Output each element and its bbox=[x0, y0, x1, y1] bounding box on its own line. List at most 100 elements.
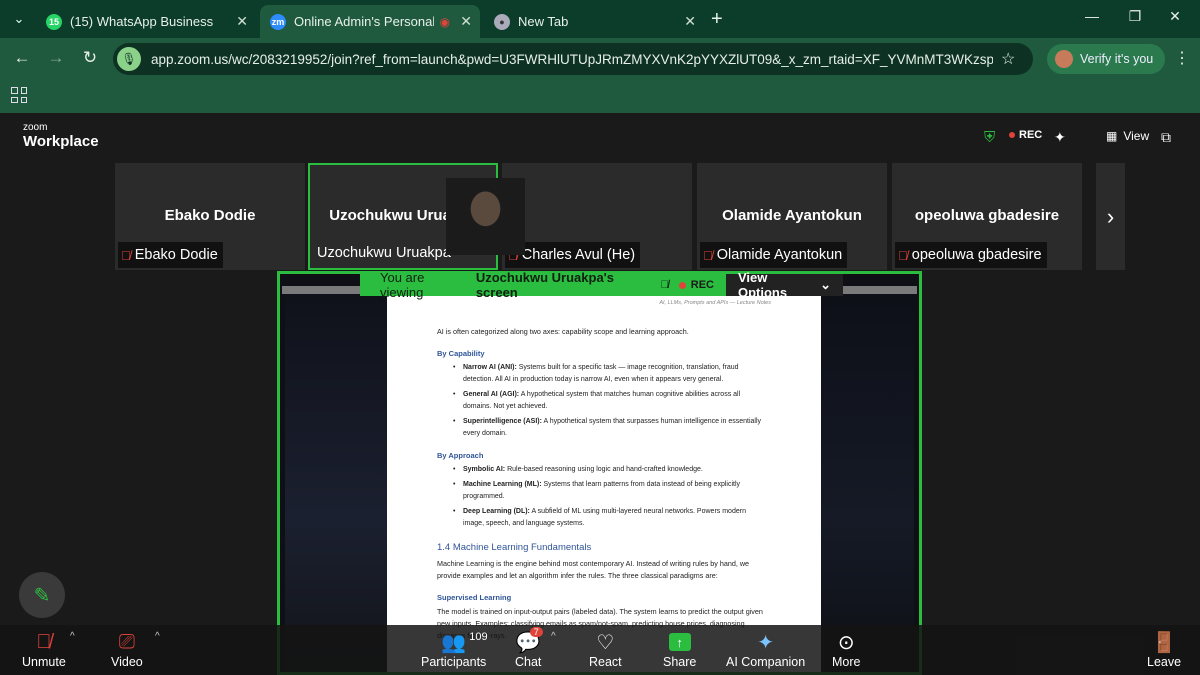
recording-indicator[interactable]: REC bbox=[1009, 129, 1042, 141]
mic-muted-icon: 🎙̸ bbox=[36, 630, 52, 653]
video-options-caret-icon[interactable]: ^ bbox=[155, 631, 160, 642]
participant-tag: 🎙̸ Charles Avul (He) bbox=[505, 242, 641, 268]
video-button[interactable]: ⎚ Video bbox=[111, 629, 143, 670]
url-text[interactable]: app.zoom.us/wc/2083219952/join?ref_from=… bbox=[151, 52, 993, 67]
section-title: 1.4 Machine Learning Fundamentals bbox=[437, 542, 592, 553]
ai-companion-button[interactable]: ✦ AI Companion bbox=[726, 629, 806, 670]
participant-tile[interactable]: Olamide Ayantokun 🎙̸ Olamide Ayantokun bbox=[697, 163, 887, 270]
share-rec-indicator: REC bbox=[678, 279, 714, 291]
close-icon[interactable]: ✕ bbox=[684, 13, 696, 30]
window-close-icon[interactable]: ✕ bbox=[1164, 8, 1186, 25]
security-shield-icon[interactable]: ⛨ bbox=[984, 129, 995, 146]
more-label: More bbox=[832, 655, 861, 669]
bookmark-star-icon[interactable]: ☆ bbox=[1001, 49, 1015, 69]
browser-tab-bar: ⌄ 15 (15) WhatsApp Business ✕ zm Online … bbox=[0, 0, 1200, 38]
chat-badge: 7 bbox=[529, 627, 543, 637]
video-label: Video bbox=[111, 655, 143, 669]
next-page-chevron-icon[interactable]: › bbox=[1096, 163, 1125, 270]
omnibox[interactable]: 🎙 app.zoom.us/wc/2083219952/join?ref_fro… bbox=[113, 43, 1033, 75]
participant-tag: 🎙̸ opeoluwa gbadesire bbox=[895, 242, 1047, 268]
view-button[interactable]: ▦ View bbox=[1106, 129, 1149, 143]
meeting-toolbar: 🎙̸ Unmute ^ ⎚ Video ^ 👥 109 Participants … bbox=[0, 625, 1200, 675]
annotate-pen-icon[interactable]: ✎ bbox=[19, 572, 65, 618]
mic-muted-icon: 🎙̸ bbox=[121, 247, 131, 263]
list-item: General AI (AGI): A hypothetical system … bbox=[453, 389, 763, 413]
picture-in-picture-icon[interactable]: ⧉ bbox=[1161, 129, 1171, 146]
participants-button[interactable]: 👥 109 Participants bbox=[421, 629, 488, 669]
tab-title: Online Admin's Personal M bbox=[294, 14, 434, 29]
tab-zoom[interactable]: zm Online Admin's Personal M ◉ ✕ bbox=[260, 5, 480, 38]
apps-grid-icon[interactable] bbox=[11, 87, 27, 103]
list-item: Deep Learning (DL): A subfield of ML usi… bbox=[453, 506, 763, 530]
participant-photo bbox=[446, 178, 525, 255]
minimize-icon[interactable]: — bbox=[1081, 8, 1103, 24]
leave-label: Leave bbox=[1147, 655, 1182, 669]
heading-by-capability: By Capability bbox=[437, 349, 485, 358]
zoom-icon: zm bbox=[270, 13, 286, 30]
new-tab-icon[interactable]: + bbox=[711, 8, 723, 31]
participant-tile[interactable]: 🎙̸ Charles Avul (He) bbox=[502, 163, 692, 270]
chat-label: Chat bbox=[515, 655, 542, 669]
share-button[interactable]: ↑ Share bbox=[663, 629, 696, 669]
view-label: View bbox=[1123, 129, 1150, 143]
more-button[interactable]: ⊙ More bbox=[832, 629, 861, 670]
unmute-button[interactable]: 🎙̸ Unmute bbox=[22, 629, 66, 670]
viewing-indicator: You are viewing Uzochukwu Uruakpa's scre… bbox=[360, 270, 726, 300]
verify-profile-button[interactable]: Verify it's you bbox=[1047, 44, 1166, 74]
participants-label: Participants bbox=[421, 655, 487, 669]
back-icon[interactable]: ← bbox=[11, 48, 33, 68]
view-options-button[interactable]: View Options ⌄ bbox=[726, 270, 843, 300]
restore-icon[interactable]: ❐ bbox=[1124, 8, 1146, 25]
sparkle-icon[interactable]: ✦ bbox=[1054, 129, 1066, 146]
audio-options-caret-icon[interactable]: ^ bbox=[70, 631, 75, 642]
zoom-meeting: zoom Workplace ⛨ REC ✦ ▦ View ⧉ Ebako Do… bbox=[0, 113, 1200, 675]
react-button[interactable]: ♡ React bbox=[589, 629, 622, 670]
list-item: Machine Learning (ML): Systems that lear… bbox=[453, 479, 763, 503]
chevron-down-icon: ⌄ bbox=[820, 277, 831, 292]
section-intro: Machine Learning is the engine behind mo… bbox=[437, 559, 750, 580]
participant-tag-label: Charles Avul (He) bbox=[521, 247, 636, 263]
participant-tag-label: Olamide Ayantokun bbox=[716, 247, 843, 263]
participant-tag: 🎙̸ Ebako Dodie bbox=[118, 242, 223, 268]
chat-options-caret-icon[interactable]: ^ bbox=[551, 631, 556, 642]
view-grid-icon: ▦ bbox=[1106, 129, 1118, 143]
participant-tag-label: Ebako Dodie bbox=[134, 247, 218, 263]
share-banner: You are viewing Uzochukwu Uruakpa's scre… bbox=[360, 270, 843, 300]
tab-new-tab[interactable]: ● New Tab ✕ bbox=[484, 5, 704, 38]
heading-by-approach: By Approach bbox=[437, 451, 484, 460]
leave-button[interactable]: 🚪 Leave bbox=[1147, 629, 1182, 670]
mic-in-use-icon[interactable]: 🎙 bbox=[117, 47, 141, 71]
viewing-label: You are viewing bbox=[380, 270, 425, 300]
participant-tag: 🎙̸ Olamide Ayantokun bbox=[700, 242, 848, 268]
unmute-label: Unmute bbox=[22, 655, 66, 669]
presenter-name: Uzochukwu Uruakpa's screen bbox=[475, 270, 615, 300]
tab-search-chevron-icon[interactable]: ⌄ bbox=[6, 6, 32, 32]
participant-tag-label: Uzochukwu Uruakpa bbox=[317, 245, 451, 261]
verify-label: Verify it's you bbox=[1080, 52, 1154, 66]
mic-muted-icon: 🎙̸ bbox=[898, 247, 908, 263]
close-icon[interactable]: ✕ bbox=[460, 13, 472, 30]
forward-icon[interactable]: → bbox=[45, 48, 67, 68]
participant-tile[interactable]: Ebako Dodie 🎙̸ Ebako Dodie bbox=[115, 163, 305, 270]
logo-top-text: zoom bbox=[23, 122, 48, 133]
ai-companion-label: AI Companion bbox=[726, 655, 806, 669]
capability-list: Narrow AI (ANI): Systems built for a spe… bbox=[453, 362, 821, 440]
logo-bottom-text: Workplace bbox=[23, 133, 99, 150]
chat-button[interactable]: 💬 7 Chat bbox=[515, 627, 543, 669]
avatar bbox=[1055, 50, 1073, 68]
rec-label: REC bbox=[1019, 129, 1043, 141]
list-item: Narrow AI (ANI): Systems built for a spe… bbox=[453, 362, 763, 386]
mic-muted-icon: 🎙̸ bbox=[703, 247, 713, 263]
document-header: AI, LLMs, Prompts and APIs — Lecture Not… bbox=[659, 300, 771, 306]
chat-icon: 💬 7 bbox=[516, 627, 543, 655]
reload-icon[interactable]: ↻ bbox=[79, 48, 101, 68]
close-icon[interactable]: ✕ bbox=[236, 13, 248, 30]
browser-menu-icon[interactable]: ⋮ bbox=[1174, 48, 1190, 68]
participant-tile[interactable]: opeoluwa gbadesire 🎙̸ opeoluwa gbadesire bbox=[892, 163, 1082, 270]
shared-screen-right-margin bbox=[819, 294, 914, 672]
participants-icon: 👥 109 bbox=[441, 631, 488, 654]
shared-screen-left-margin bbox=[285, 294, 387, 672]
rec-dot-icon bbox=[1009, 132, 1015, 138]
tab-title: (15) WhatsApp Business bbox=[70, 14, 214, 29]
tab-whatsapp[interactable]: 15 (15) WhatsApp Business ✕ bbox=[36, 5, 256, 38]
